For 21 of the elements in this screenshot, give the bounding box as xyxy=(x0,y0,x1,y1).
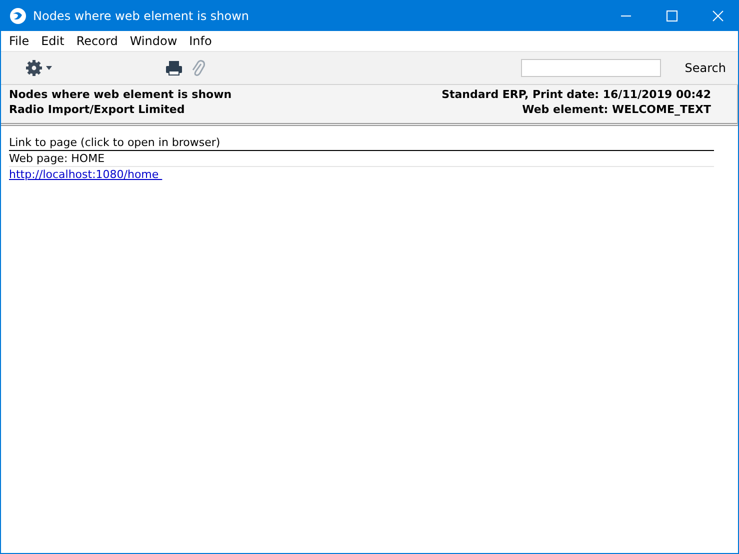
menu-item[interactable]: Record xyxy=(70,34,124,48)
maximize-icon[interactable] xyxy=(666,10,678,22)
report-title: Nodes where web element is shown xyxy=(9,87,232,102)
print-info: Standard ERP, Print date: 16/11/2019 00:42 xyxy=(442,87,711,102)
close-icon[interactable] xyxy=(712,10,724,22)
paperclip-icon[interactable] xyxy=(191,59,205,77)
window-title: Nodes where web element is shown xyxy=(33,9,249,23)
search-button[interactable]: Search xyxy=(684,61,726,75)
printer-icon[interactable] xyxy=(165,60,183,76)
gear-dropdown-icon[interactable] xyxy=(25,59,55,77)
menu-item[interactable]: Edit xyxy=(35,34,70,48)
web-element-label: Web element: WELCOME_TEXT xyxy=(522,102,711,117)
app-logo-icon xyxy=(9,7,27,25)
search-field[interactable] xyxy=(520,59,661,77)
page-link[interactable]: http://localhost:1080/home xyxy=(9,168,162,181)
menu-item[interactable]: File xyxy=(3,34,36,48)
column-header: Link to page (click to open in browser) xyxy=(9,136,714,151)
report-row: Web page: HOME xyxy=(9,151,714,167)
menu-item[interactable]: Window xyxy=(124,34,184,48)
company-name: Radio Import/Export Limited xyxy=(9,102,186,117)
menu-item[interactable]: Info xyxy=(183,34,218,48)
